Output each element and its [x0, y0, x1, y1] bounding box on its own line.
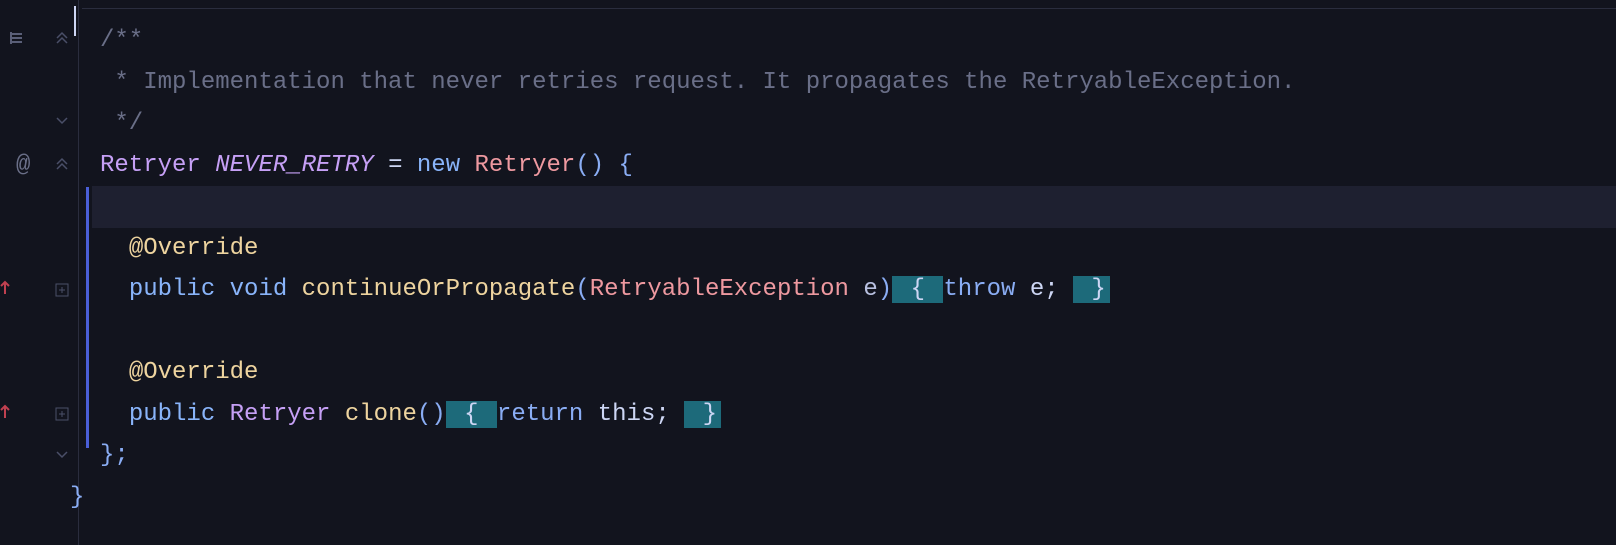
code-line[interactable]: */ — [92, 103, 1616, 145]
text-cursor — [74, 6, 76, 36]
code-line[interactable]: Retryer NEVER_RETRY = new Retryer() { — [92, 145, 1616, 187]
folded-brace-highlight: { — [446, 401, 497, 428]
folded-brace-highlight: { — [892, 276, 943, 303]
fold-expand-icon[interactable] — [52, 280, 72, 300]
class-token: RetryableException — [590, 276, 849, 303]
gutter-override-indicator-icon[interactable] — [0, 402, 10, 425]
fold-toggle-icon[interactable] — [52, 154, 72, 174]
keyword-token: throw — [943, 276, 1015, 303]
annotation-token: @Override — [129, 235, 259, 262]
class-token: Retryer — [475, 152, 576, 179]
vcs-change-marker[interactable] — [86, 187, 89, 448]
folded-brace-highlight: } — [684, 401, 721, 428]
method-token: continueOrPropagate — [302, 276, 576, 303]
constant-token: NEVER_RETRY — [215, 152, 373, 179]
code-line[interactable]: * Implementation that never retries requ… — [92, 62, 1616, 104]
code-editor[interactable]: /** * Implementation that never retries … — [92, 0, 1616, 518]
code-line[interactable]: public Retryer clone() { return this; } — [92, 394, 1616, 436]
folded-brace-highlight: } — [1073, 276, 1110, 303]
annotation-token: @Override — [129, 359, 259, 386]
fold-toggle-icon[interactable] — [52, 28, 72, 48]
code-line[interactable]: } — [62, 477, 1616, 519]
keyword-token: new — [417, 152, 460, 179]
code-line[interactable]: @Override — [92, 228, 1616, 270]
keyword-token: void — [230, 276, 288, 303]
code-line-active[interactable] — [92, 186, 1616, 228]
code-line[interactable]: /** — [92, 20, 1616, 62]
keyword-token: return — [497, 401, 583, 428]
keyword-token: public — [129, 401, 215, 428]
keyword-token: public — [129, 276, 215, 303]
method-token: clone — [345, 401, 417, 428]
fold-expand-icon[interactable] — [52, 404, 72, 424]
gutter-inspection-icon[interactable]: @ — [16, 152, 30, 179]
code-line[interactable]: @Override — [92, 352, 1616, 394]
indent-guide — [78, 0, 79, 545]
gutter-override-indicator-icon[interactable] — [0, 278, 10, 301]
gutter-bookmark-icon[interactable] — [10, 29, 28, 52]
comment-text: /** — [100, 27, 143, 54]
comment-text: * Implementation that never retries requ… — [100, 69, 1295, 96]
code-line[interactable] — [92, 311, 1616, 353]
fold-end-icon — [52, 446, 72, 466]
code-line[interactable]: public void continueOrPropagate(Retryabl… — [92, 269, 1616, 311]
type-token: Retryer — [230, 401, 331, 428]
code-line[interactable]: }; — [92, 435, 1616, 477]
fold-end-icon — [52, 112, 72, 132]
comment-text: */ — [100, 110, 143, 137]
type-token: Retryer — [100, 152, 201, 179]
editor-gutter: @ — [0, 0, 82, 545]
